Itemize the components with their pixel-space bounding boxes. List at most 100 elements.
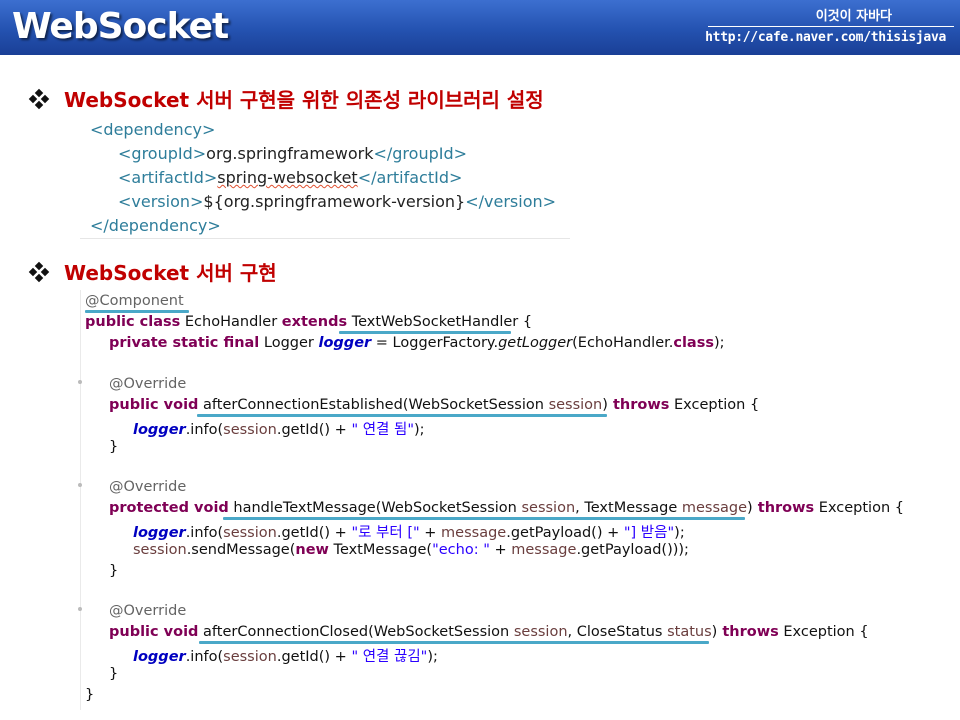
code-token: @Override (109, 376, 187, 392)
code-token: { (518, 314, 533, 330)
code-token: " 연결 끊김" (351, 649, 428, 665)
code-token: } (109, 563, 119, 579)
code-token: </version> (465, 192, 557, 211)
code-token: "] 받음" (623, 525, 675, 541)
code-token: message (441, 525, 507, 541)
gutter-marker (78, 607, 82, 611)
code-line: } (109, 666, 118, 682)
code-token: <dependency> (90, 120, 216, 139)
code-token: getLogger (498, 335, 573, 351)
code-token: session (548, 397, 603, 413)
code-line: logger.info(session.getId() + " 연결 됨"); (133, 418, 425, 439)
code-token: afterConnectionEstablished(WebSocketSess… (198, 397, 549, 413)
code-token: TextWebSocketHandler (347, 314, 519, 330)
code-token: .getPayload() + (506, 525, 624, 541)
code-token: .getId() + (276, 525, 352, 541)
code-token: new (295, 542, 329, 558)
code-line: logger.info(session.getId() + "로 부터 [" +… (133, 521, 685, 542)
section1-heading: WebSocket 서버 구현을 위한 의존성 라이브러리 설정 (64, 88, 544, 112)
code-token: throws (752, 500, 815, 516)
code-token: Exception { (669, 397, 760, 413)
code-token: session (133, 542, 187, 558)
code-token: </artifactId> (357, 168, 463, 187)
xml-line: <artifactId>spring-websocket</artifactId… (118, 168, 462, 187)
xml-code-block: <dependency> <groupId>org.springframewor… (80, 118, 570, 239)
code-line: session.sendMessage(new TextMessage("ech… (133, 542, 689, 558)
cafe-url: http://cafe.naver.com/thisisjava (705, 30, 946, 45)
gutter-marker (78, 483, 82, 487)
code-token: throws (607, 397, 670, 413)
xml-line: <dependency> (90, 120, 215, 139)
code-token: @Override (109, 603, 187, 619)
code-line: @Component (85, 293, 184, 309)
code-token: </dependency> (90, 216, 221, 235)
code-token: public class (85, 314, 181, 330)
code-token: + (419, 525, 442, 541)
code-token: } (85, 687, 95, 703)
code-token: handleTextMessage(WebSocketSession (228, 500, 522, 516)
code-line: @Override (109, 479, 186, 495)
code-token: <groupId> (118, 144, 207, 163)
code-token: ); (674, 525, 685, 541)
code-token: } (109, 439, 119, 455)
code-line: public void afterConnectionClosed(WebSoc… (109, 624, 869, 640)
diamond-bullet-icon (28, 88, 50, 109)
java-code-block: @Component public class EchoHandler exte… (80, 290, 904, 710)
code-line: private static final Logger logger = Log… (109, 335, 725, 351)
code-token: .getId() + (276, 422, 352, 438)
code-token: session (223, 422, 277, 438)
code-token: @Component (85, 293, 184, 309)
code-token: session (521, 500, 576, 516)
code-token: logger (133, 649, 186, 665)
code-token: " 연결 됨" (351, 422, 415, 438)
code-line: } (85, 687, 94, 703)
code-token: ${org.springframework-version} (203, 192, 466, 211)
code-token: public void (109, 624, 199, 640)
code-token: session (223, 525, 277, 541)
code-token: </groupId> (373, 144, 468, 163)
code-token: message (681, 500, 748, 516)
code-token: .getPayload())); (576, 542, 689, 558)
gutter-marker (78, 380, 82, 384)
code-token: @Override (109, 479, 187, 495)
code-token: afterConnectionClosed(WebSocketSession (198, 624, 514, 640)
code-line: } (109, 439, 118, 455)
code-line: public class EchoHandler extends TextWeb… (85, 314, 532, 330)
code-token: message (511, 542, 577, 558)
code-token: session (513, 624, 568, 640)
code-token: , CloseStatus (567, 624, 668, 640)
diamond-bullet-icon (28, 261, 50, 282)
code-token: "echo: " (432, 542, 490, 558)
code-token: .info( (185, 422, 224, 438)
slide-header: WebSocket 이것이 자바다 http://cafe.naver.com/… (0, 0, 960, 55)
code-token: .getId() + (276, 649, 352, 665)
code-token: Exception { (814, 500, 904, 516)
code-token: logger (133, 422, 186, 438)
section2-heading: WebSocket 서버 구현 (64, 261, 277, 285)
code-token: + (489, 542, 512, 558)
xml-line: <version>${org.springframework-version}<… (118, 192, 556, 211)
code-token: extends (281, 314, 348, 330)
code-token: spring-websocket (217, 168, 358, 187)
code-token: .sendMessage( (186, 542, 296, 558)
code-token: } (109, 666, 119, 682)
code-token: <artifactId> (118, 168, 218, 187)
code-token: EchoHandler (180, 314, 282, 330)
code-token: .info( (185, 525, 224, 541)
code-token: = LoggerFactory. (371, 335, 499, 351)
code-line: logger.info(session.getId() + " 연결 끊김"); (133, 645, 438, 666)
code-token: ); (427, 649, 438, 665)
code-token: throws (717, 624, 779, 640)
code-line: public void afterConnectionEstablished(W… (109, 397, 759, 413)
cafe-name: 이것이 자바다 (815, 9, 892, 24)
section2-bullet: WebSocket 서버 구현 (28, 257, 277, 286)
code-token: .info( (185, 649, 224, 665)
code-token: private static final (109, 335, 260, 351)
code-token: <version> (118, 192, 204, 211)
highlight-underline (85, 310, 189, 313)
code-token: Exception { (778, 624, 869, 640)
code-token: , TextMessage (575, 500, 682, 516)
code-token: logger (318, 335, 372, 351)
code-token: TextMessage( (328, 542, 433, 558)
section1-bullet: WebSocket 서버 구현을 위한 의존성 라이브러리 설정 (28, 84, 544, 113)
